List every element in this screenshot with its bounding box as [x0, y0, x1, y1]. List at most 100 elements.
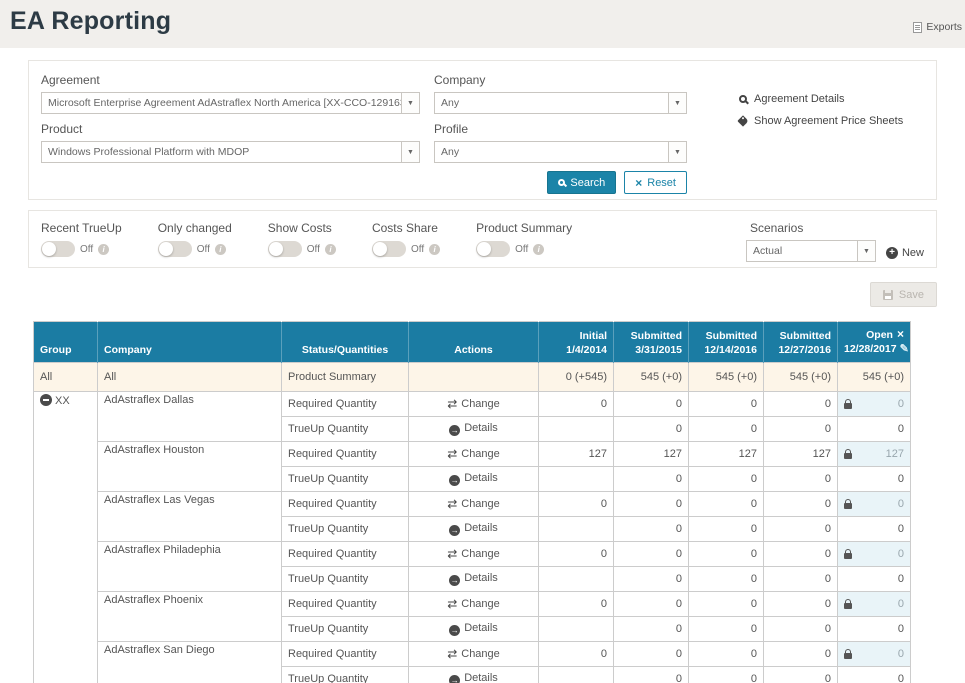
exports-button[interactable]: Exports	[913, 21, 962, 33]
change-action[interactable]: Change	[409, 492, 539, 517]
info-icon	[533, 244, 544, 255]
summary-value-cell: 0 (+545)	[539, 363, 614, 392]
details-action[interactable]: Details	[409, 667, 539, 683]
change-action[interactable]: Change	[409, 442, 539, 467]
page-title: EA Reporting	[10, 7, 965, 36]
quantity-cell: 0	[764, 567, 838, 592]
quantity-cell	[539, 417, 614, 442]
details-action[interactable]: Details	[409, 567, 539, 592]
costs-share-label: Costs Share	[372, 221, 440, 235]
details-action[interactable]: Details	[409, 617, 539, 642]
edit-column-icon[interactable]	[897, 343, 909, 355]
profile-select[interactable]: Any	[434, 141, 687, 163]
details-icon	[449, 675, 460, 683]
quantity-cell: 0	[764, 617, 838, 642]
col-header-submitted-1: Submitted3/31/2015	[614, 322, 689, 363]
save-button[interactable]: Save	[870, 282, 937, 307]
close-column-icon[interactable]	[893, 329, 904, 341]
chevron-down-icon[interactable]	[401, 142, 419, 162]
change-action[interactable]: Change	[409, 392, 539, 417]
scenarios-select[interactable]: Actual	[746, 240, 876, 262]
toggle-recent-trueup: Recent TrueUp Off	[41, 221, 122, 257]
details-action[interactable]: Details	[409, 517, 539, 542]
agreement-links: Agreement Details Show Agreement Price S…	[701, 73, 924, 163]
collapse-group-icon[interactable]	[40, 394, 52, 406]
profile-value: Any	[435, 142, 668, 162]
quantity-cell: 0	[764, 542, 838, 567]
quantity-cell: 0	[614, 642, 689, 667]
locked-value: 0	[898, 648, 904, 660]
summary-actions-cell	[409, 363, 539, 392]
open-cell-content: 0	[844, 548, 904, 560]
toggles-panel: Recent TrueUp Off Only changed Off Show …	[28, 210, 937, 268]
recent-trueup-state: Off	[80, 244, 93, 255]
change-action[interactable]: Change	[409, 592, 539, 617]
summary-value-cell: 545 (+0)	[838, 363, 911, 392]
quantity-cell: 127	[539, 442, 614, 467]
summary-status-cell: Product Summary	[282, 363, 409, 392]
agreement-select[interactable]: Microsoft Enterprise Agreement AdAstrafl…	[41, 92, 420, 114]
costs-share-switch[interactable]	[372, 241, 406, 257]
change-icon	[447, 448, 461, 460]
chevron-down-icon[interactable]	[857, 241, 875, 261]
details-action[interactable]: Details	[409, 417, 539, 442]
save-label: Save	[899, 289, 924, 301]
toggle-only-changed: Only changed Off	[158, 221, 232, 257]
quantity-cell: 0	[689, 667, 764, 683]
status-cell: TrueUp Quantity	[282, 667, 409, 683]
col-header-submitted-3: Submitted12/27/2016	[764, 322, 838, 363]
agreement-details-link[interactable]: Agreement Details	[739, 93, 924, 105]
quantity-cell: 0	[689, 592, 764, 617]
quantity-cell: 0	[614, 392, 689, 417]
product-summary-row: AllAllProduct Summary0 (+545)545 (+0)545…	[34, 363, 911, 392]
details-action[interactable]: Details	[409, 467, 539, 492]
chevron-down-icon[interactable]	[668, 142, 686, 162]
company-label: Company	[434, 73, 687, 87]
price-tag-icon	[737, 115, 748, 126]
filter-buttons: Search Reset	[434, 171, 701, 194]
product-field: Product Windows Professional Platform wi…	[41, 122, 434, 163]
details-icon	[449, 475, 460, 486]
company-name-cell: AdAstraflex Houston	[98, 442, 282, 492]
quantity-cell: 0	[539, 642, 614, 667]
status-cell: Required Quantity	[282, 542, 409, 567]
only-changed-switch[interactable]	[158, 241, 192, 257]
search-button[interactable]: Search	[547, 171, 616, 194]
costs-share-state: Off	[411, 244, 424, 255]
change-action[interactable]: Change	[409, 542, 539, 567]
details-icon	[449, 625, 460, 636]
recent-trueup-switch[interactable]	[41, 241, 75, 257]
quantity-cell	[539, 617, 614, 642]
company-name-cell: AdAstraflex Dallas	[98, 392, 282, 442]
company-name-cell: AdAstraflex Las Vegas	[98, 492, 282, 542]
show-costs-switch[interactable]	[268, 241, 302, 257]
reset-button[interactable]: Reset	[624, 171, 687, 194]
product-select[interactable]: Windows Professional Platform with MDOP	[41, 141, 420, 163]
chevron-down-icon[interactable]	[401, 93, 419, 113]
quantity-cell	[539, 667, 614, 683]
info-icon	[325, 244, 336, 255]
new-scenario-button[interactable]: New	[886, 247, 924, 259]
reset-x-icon	[635, 176, 642, 190]
info-icon	[429, 244, 440, 255]
only-changed-label: Only changed	[158, 221, 232, 235]
agreement-value: Microsoft Enterprise Agreement AdAstrafl…	[42, 93, 401, 113]
show-costs-label: Show Costs	[268, 221, 336, 235]
switch-knob	[42, 242, 56, 256]
lock-icon	[844, 403, 852, 409]
product-summary-switch[interactable]	[476, 241, 510, 257]
quantity-cell	[539, 567, 614, 592]
profile-label: Profile	[434, 122, 687, 136]
quantity-cell: 0	[838, 517, 911, 542]
save-row: Save	[28, 282, 937, 307]
price-sheets-link[interactable]: Show Agreement Price Sheets	[739, 115, 924, 127]
quantity-cell: 0	[689, 642, 764, 667]
status-cell: TrueUp Quantity	[282, 517, 409, 542]
chevron-down-icon[interactable]	[668, 93, 686, 113]
scenarios-label: Scenarios	[746, 221, 876, 235]
quantity-cell	[539, 517, 614, 542]
change-action[interactable]: Change	[409, 642, 539, 667]
company-select[interactable]: Any	[434, 92, 687, 114]
required-quantity-row: AdAstraflex HoustonRequired QuantityChan…	[34, 442, 911, 467]
lock-icon	[844, 603, 852, 609]
